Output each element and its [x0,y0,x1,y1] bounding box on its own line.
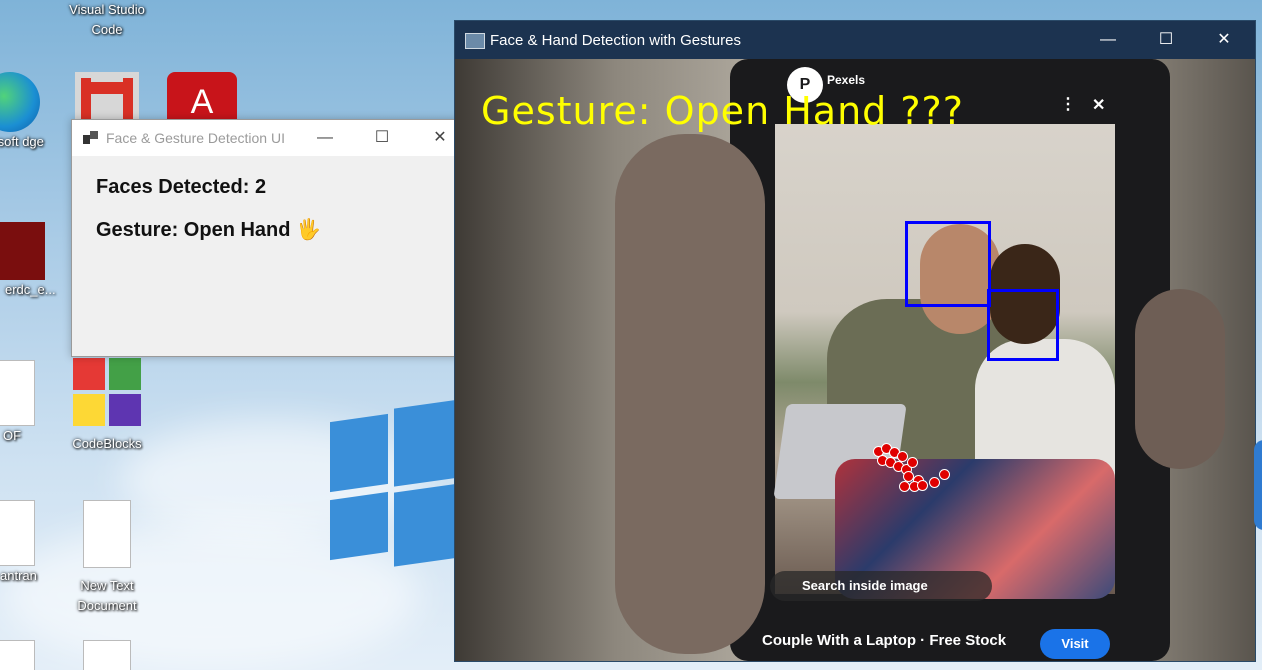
desktop-icon-label: Visual Studio Code [69,2,145,37]
desktop-icon-edge[interactable]: rosoft dge [0,72,55,152]
edge-icon [0,72,40,132]
desktop-icon-file[interactable]: OF [0,360,65,446]
camera-feed: P Pexels ⋮ ✕ Search inside image Couple … [455,59,1255,661]
gesture-label: Gesture: Open Hand 🖐 [96,219,321,241]
search-inside-image-chip: Search inside image [770,571,992,601]
desktop-icon-vscode[interactable]: Visual Studio Code [62,0,152,40]
close-icon: ✕ [1092,97,1106,114]
document-icon [0,360,35,426]
visit-label: Visit [1061,636,1089,651]
minimize-button[interactable]: — [1085,21,1131,59]
archive-icon [0,222,45,280]
face-box [987,289,1059,361]
desktop: Visual Studio Code rosoft dge A erdc_e..… [0,0,1262,670]
minimize-button[interactable]: — [302,120,348,156]
maximize-button[interactable]: ☐ [359,120,405,156]
camera-window[interactable]: Face & Hand Detection with Gestures — ☐ … [454,20,1256,662]
hand-landmark [939,469,950,480]
document-icon [0,500,35,566]
search-chip-label: Search inside image [802,578,928,593]
hand-landmark [929,477,940,488]
holding-thumb [1135,289,1225,469]
desktop-icon-label: erdc_e... [5,282,56,297]
close-button[interactable]: ✕ [1201,21,1247,59]
document-icon [0,640,35,670]
window-titlebar[interactable]: Face & Gesture Detection UI — ☐ ✕ [72,120,460,156]
window-content: Faces Detected: 2 Gesture: Open Hand 🖐 [72,156,460,280]
gesture-overlay-text: Gesture: Open Hand ??? [481,89,964,133]
holding-hand [615,134,765,654]
faces-detected-label: Faces Detected: 2 [96,176,267,198]
windows-logo [330,399,460,570]
codeblocks-icon [73,358,141,426]
window-titlebar[interactable]: Face & Hand Detection with Gestures — ☐ … [455,21,1255,59]
maximize-button[interactable]: ☐ [1143,21,1189,59]
desktop-icon-file-bottom-left[interactable] [0,640,65,670]
hand-landmark [917,480,928,491]
app-icon [465,33,485,49]
edge-partial-element [1254,440,1262,530]
window-title: Face & Gesture Detection UI [106,130,285,146]
desktop-icon-file-bottom[interactable] [62,640,152,670]
gesture-ui-window[interactable]: Face & Gesture Detection UI — ☐ ✕ Faces … [71,119,461,357]
desktop-icon-label: New Text Document [77,578,137,613]
visit-button-phone: Visit [1040,629,1110,659]
hand-landmark [907,457,918,468]
window-title: Face & Hand Detection with Gestures [490,32,741,49]
desktop-icon-label: CodeBlocks [72,436,142,451]
desktop-icon-codeblocks[interactable]: CodeBlocks [62,358,152,454]
desktop-icon-archive[interactable]: erdc_e... [0,222,65,300]
desktop-icon-label: rosoft dge [0,134,44,149]
document-icon [83,640,131,670]
desktop-icon-new-text-document[interactable]: New Text Document [62,500,152,616]
phone-caption: Couple With a Laptop · Free Stock [762,632,1007,649]
face-box [905,221,991,307]
desktop-icon-label: OF [3,428,22,443]
app-icon [83,131,99,145]
phone-source-label: Pexels [827,73,866,87]
desktop-icon-label: antran [0,568,37,583]
desktop-icon-text-file[interactable]: antran [0,500,65,586]
more-icon: ⋮ [1060,96,1076,113]
document-icon [83,500,131,568]
